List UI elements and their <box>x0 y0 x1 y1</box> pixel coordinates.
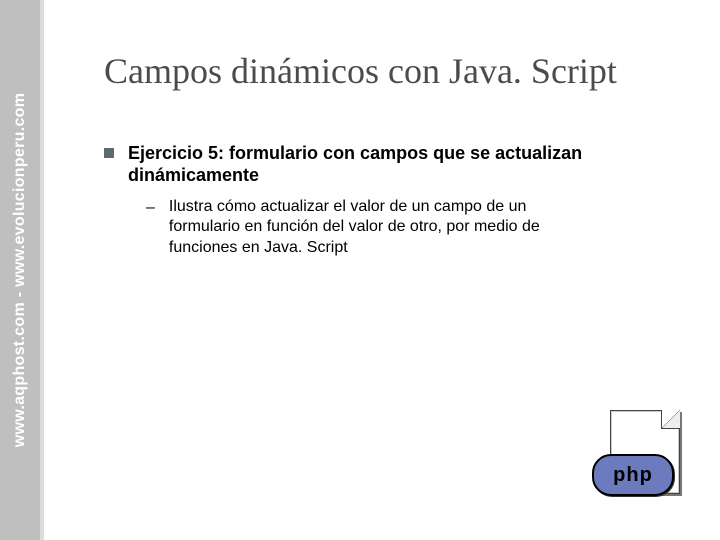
document-fold-icon <box>661 410 680 429</box>
bullet-level1: Ejercicio 5: formulario con campos que s… <box>104 142 676 187</box>
slide-title: Campos dinámicos con Java. Script <box>104 52 676 92</box>
php-badge-label: php <box>613 464 653 487</box>
dash-bullet-icon: – <box>146 198 155 219</box>
bullet-level2: – Ilustra cómo actualizar el valor de un… <box>146 197 676 259</box>
bullet2-text: Ilustra cómo actualizar el valor de un c… <box>169 197 599 259</box>
sidebar-urls: www.aqphost.com - www.evolucionperu.com <box>11 93 29 448</box>
php-badge: php <box>592 454 674 496</box>
php-file-icon: php <box>592 410 680 502</box>
square-bullet-icon <box>104 148 114 158</box>
bullet1-text: Ejercicio 5: formulario con campos que s… <box>128 142 618 187</box>
sidebar-brand-strip: www.aqphost.com - www.evolucionperu.com <box>0 0 44 540</box>
